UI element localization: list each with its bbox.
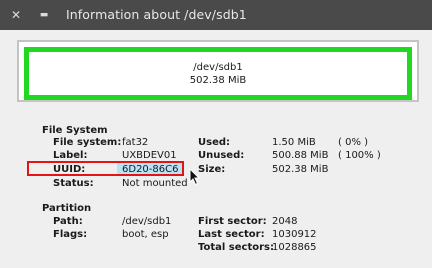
close-icon[interactable]: ✕ bbox=[7, 6, 25, 24]
fs-value-status[interactable]: Not mounted bbox=[122, 178, 188, 189]
title-bar: ✕ ▬ Information about /dev/sdb1 bbox=[0, 0, 432, 30]
fs-value-used[interactable]: 1.50 MiB bbox=[272, 137, 316, 148]
fs-value-filesystem[interactable]: fat32 bbox=[122, 137, 148, 148]
part-value-path[interactable]: /dev/sdb1 bbox=[122, 216, 171, 227]
part-label-flags: Flags: bbox=[53, 229, 88, 240]
partition-usage-bar: /dev/sdb1 502.38 MiB bbox=[24, 47, 412, 100]
fs-label-used: Used: bbox=[198, 137, 231, 148]
fs-pct-unused: ( 100% ) bbox=[338, 150, 381, 161]
fs-label-filesystem: File system: bbox=[53, 137, 122, 148]
part-value-first-sector[interactable]: 2048 bbox=[272, 216, 297, 227]
partition-heading: Partition bbox=[42, 203, 92, 214]
fs-value-size[interactable]: 502.38 MiB bbox=[272, 164, 328, 175]
part-value-flags[interactable]: boot, esp bbox=[122, 229, 169, 240]
uuid-annotation-box bbox=[27, 161, 184, 176]
fs-label-size: Size: bbox=[198, 164, 226, 175]
partition-usage-frame: /dev/sdb1 502.38 MiB bbox=[17, 40, 419, 102]
window-title: Information about /dev/sdb1 bbox=[66, 7, 247, 22]
part-value-total-sectors[interactable]: 1028865 bbox=[272, 242, 317, 253]
fs-pct-used: ( 0% ) bbox=[338, 137, 369, 148]
part-value-last-sector[interactable]: 1030912 bbox=[272, 229, 317, 240]
part-label-path: Path: bbox=[53, 216, 83, 227]
fs-value-label[interactable]: UXBDEV01 bbox=[122, 150, 177, 161]
part-label-last-sector: Last sector: bbox=[198, 229, 265, 240]
usage-bar-size: 502.38 MiB bbox=[189, 75, 247, 86]
mouse-pointer-icon bbox=[189, 168, 201, 186]
part-label-total-sectors: Total sectors: bbox=[198, 242, 274, 253]
fs-label-status: Status: bbox=[53, 178, 94, 189]
usage-bar-path: /dev/sdb1 bbox=[193, 62, 243, 73]
fs-label-label: Label: bbox=[53, 150, 88, 161]
file-system-heading: File System bbox=[42, 125, 108, 136]
fs-value-unused[interactable]: 500.88 MiB bbox=[272, 150, 328, 161]
part-label-first-sector: First sector: bbox=[198, 216, 267, 227]
window-menu-icon[interactable]: ▬ bbox=[35, 6, 53, 24]
fs-label-unused: Unused: bbox=[198, 150, 245, 161]
